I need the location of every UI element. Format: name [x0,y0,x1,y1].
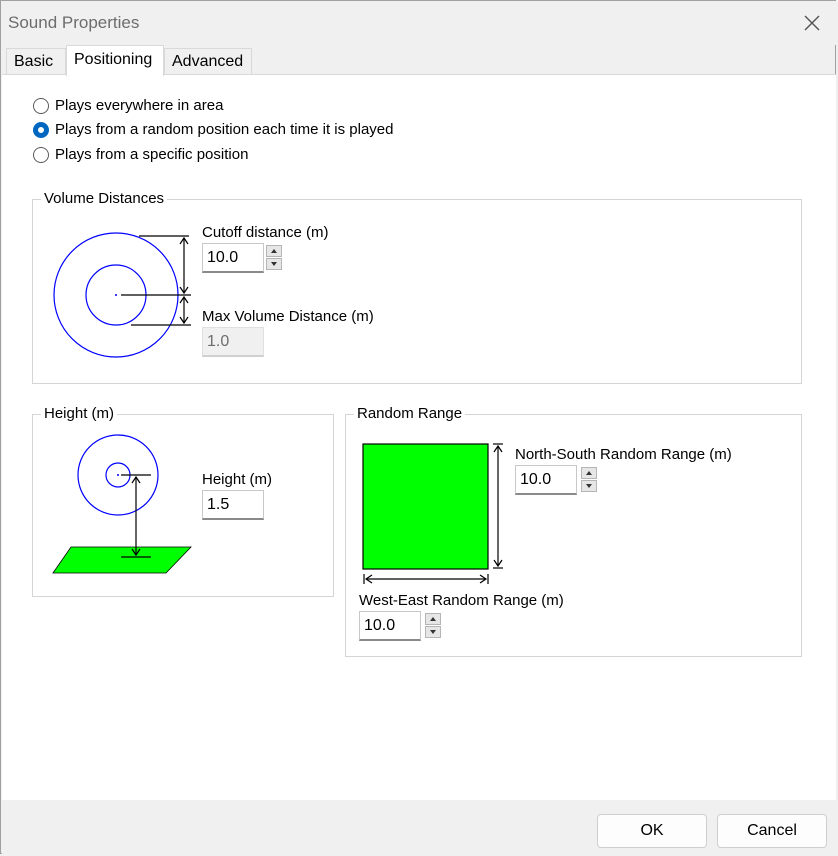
arrow-down-icon[interactable] [581,480,597,492]
cancel-button[interactable]: Cancel [717,814,827,848]
radio-label: Plays from a specific position [55,146,249,163]
height-input[interactable]: 1.5 [202,490,264,520]
radio-button[interactable] [33,146,49,163]
radio-plays-everywhere[interactable]: Plays everywhere in area [33,97,223,114]
north-south-range-spinner[interactable] [581,467,597,493]
random-range-group: Random Range North-South Random Range (m… [345,405,802,657]
title-bar: Sound Properties [1,1,837,45]
radio-plays-random-position[interactable]: Plays from a random position each time i… [33,121,394,138]
west-east-range-label: West-East Random Range (m) [359,592,564,609]
radio-label: Plays everywhere in area [55,97,224,114]
north-south-range-label: North-South Random Range (m) [515,446,732,463]
max-volume-distance-label: Max Volume Distance (m) [202,308,374,325]
cutoff-distance-label: Cutoff distance (m) [202,224,329,241]
radio-plays-specific-position[interactable]: Plays from a specific position [33,146,248,163]
west-east-range-input[interactable]: 10.0 [359,611,421,641]
arrow-up-icon[interactable] [425,613,441,625]
height-label: Height (m) [202,471,273,488]
tab-positioning[interactable]: Positioning [66,45,164,76]
tab-basic[interactable]: Basic [6,48,66,74]
sound-properties-dialog: Sound Properties Basic Positioning Advan… [0,0,837,855]
radio-label: Plays from a random position each time i… [55,121,394,138]
arrow-down-icon[interactable] [266,258,282,270]
close-icon[interactable] [801,12,823,34]
cutoff-distance-input[interactable]: 10.0 [202,243,264,273]
arrow-up-icon[interactable] [266,245,282,257]
height-diagram [52,434,192,574]
radio-button-selected[interactable] [33,121,49,138]
radio-button[interactable] [33,97,49,114]
height-group: Height (m) Height (m) 1.5 [32,405,334,597]
group-title: Height (m) [41,405,118,423]
cutoff-distance-spinner[interactable] [266,245,282,271]
arrow-down-icon[interactable] [425,626,441,638]
tab-advanced[interactable]: Advanced [164,48,252,74]
west-east-range-spinner[interactable] [425,613,441,639]
volume-distances-group: Volume Distances Cutoff distance (m) 10.… [32,190,802,384]
window-title: Sound Properties [8,13,140,32]
group-title: Random Range [354,405,466,423]
arrow-up-icon[interactable] [581,467,597,479]
volume-distance-diagram [53,232,191,358]
random-range-diagram [362,443,503,584]
positioning-tab-page: Plays everywhere in area Plays from a ra… [2,74,836,800]
max-volume-distance-input: 1.0 [202,327,264,357]
group-title: Volume Distances [41,190,168,208]
dialog-footer: OK Cancel [2,800,836,855]
ok-button[interactable]: OK [597,814,707,848]
tab-strip: Basic Positioning Advanced [1,45,837,76]
north-south-range-input[interactable]: 10.0 [515,465,577,495]
